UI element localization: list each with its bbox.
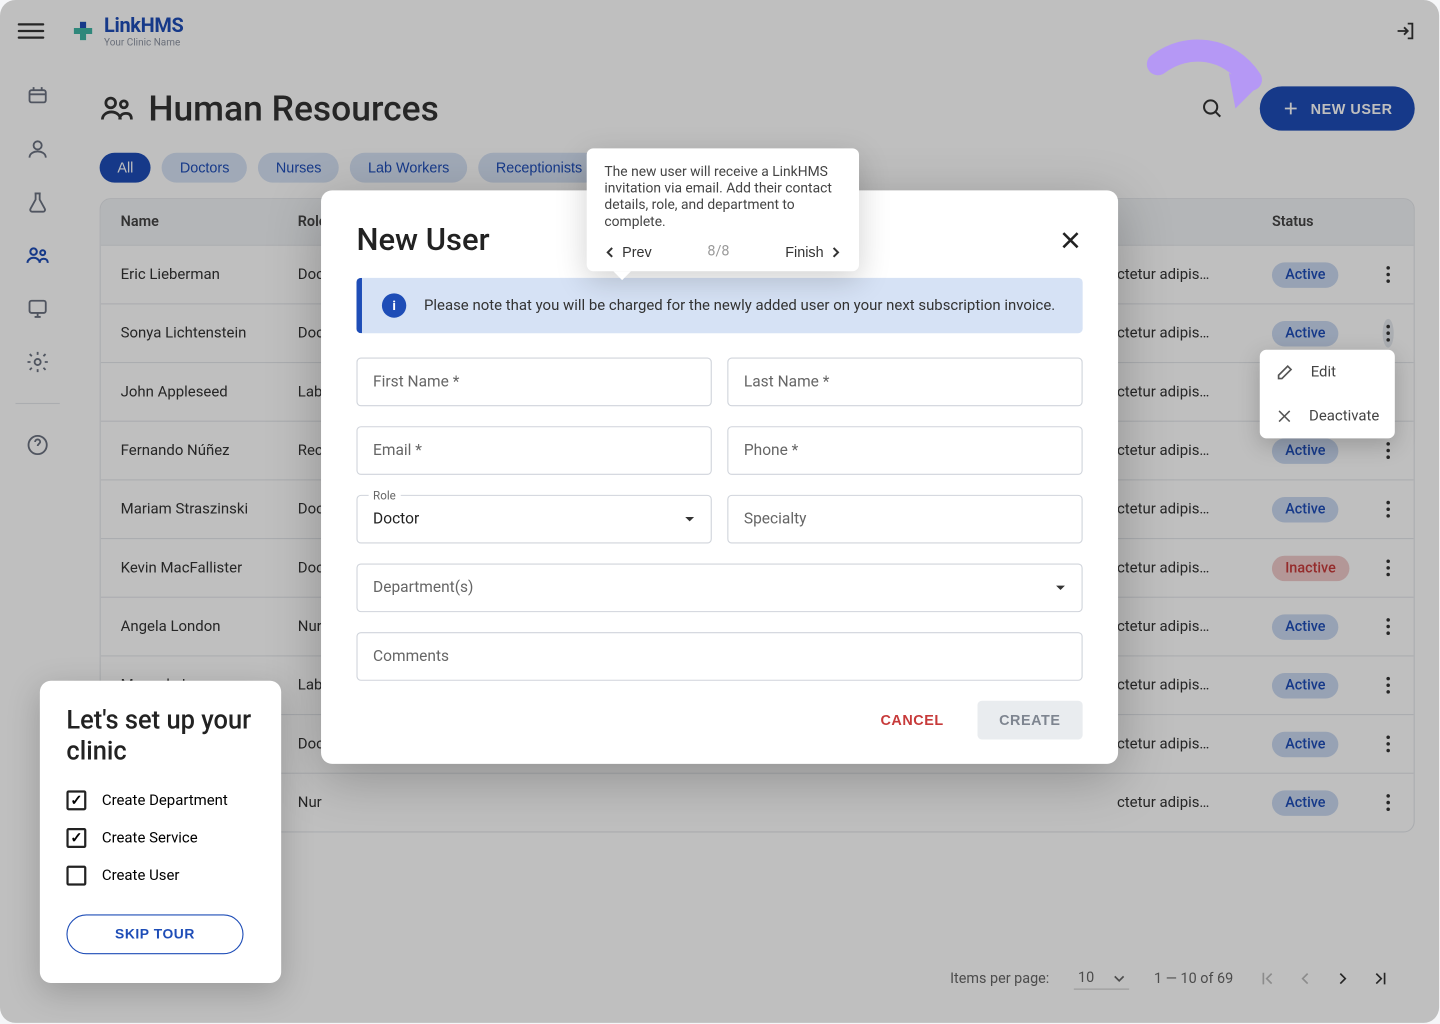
skip-tour-button[interactable]: SKIP TOUR	[66, 914, 243, 954]
comments-field[interactable]: Comments	[356, 632, 1082, 681]
cancel-button[interactable]: CANCEL	[863, 701, 962, 740]
tour-popover: The new user will receive a LinkHMS invi…	[587, 148, 859, 271]
new-user-dialog: New User i Please note that you will be …	[321, 190, 1118, 763]
tour-arrow	[1142, 31, 1275, 120]
tour-count: 8/8	[707, 244, 729, 261]
checkbox-icon[interactable]	[66, 866, 86, 886]
menu-deactivate[interactable]: Deactivate	[1260, 394, 1395, 438]
onboard-item[interactable]: Create User	[66, 866, 254, 886]
phone-field[interactable]: Phone *	[727, 426, 1082, 475]
close-icon[interactable]	[1058, 227, 1082, 251]
tour-text: The new user will receive a LinkHMS invi…	[604, 164, 841, 230]
tour-finish-button[interactable]: Finish	[785, 244, 841, 261]
onboard-item[interactable]: Create Department	[66, 790, 254, 810]
checkbox-icon[interactable]	[66, 790, 86, 810]
row-context-menu: Edit Deactivate	[1260, 350, 1395, 439]
specialty-field[interactable]: Specialty	[727, 495, 1082, 544]
info-banner: i Please note that you will be charged f…	[356, 278, 1082, 333]
onboard-title: Let's set up your clinic	[66, 705, 254, 769]
onboarding-card: Let's set up your clinic Create Departme…	[40, 680, 281, 983]
email-field[interactable]: Email *	[356, 426, 711, 475]
tour-prev-button[interactable]: Prev	[604, 244, 651, 261]
dialog-title: New User	[356, 221, 489, 258]
create-button[interactable]: CREATE	[977, 701, 1083, 740]
info-icon: i	[382, 293, 406, 317]
departments-select[interactable]: Department(s)	[356, 563, 1082, 612]
onboard-item[interactable]: Create Service	[66, 828, 254, 848]
role-select[interactable]: Role Doctor	[356, 495, 711, 544]
first-name-field[interactable]: First Name *	[356, 358, 711, 407]
last-name-field[interactable]: Last Name *	[727, 358, 1082, 407]
checkbox-icon[interactable]	[66, 828, 86, 848]
menu-edit[interactable]: Edit	[1260, 350, 1395, 394]
